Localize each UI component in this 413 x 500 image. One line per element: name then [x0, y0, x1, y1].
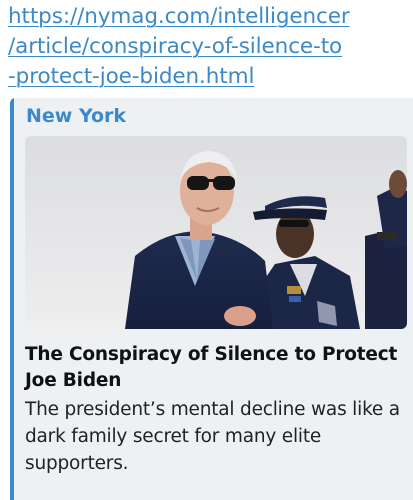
url-line-3[interactable]: -protect-joe-biden.html: [8, 62, 408, 92]
url-line-2[interactable]: /article/conspiracy-of-silence-to: [8, 32, 408, 62]
link-preview-card[interactable]: New York The Conspiracy of Silence to Pr…: [10, 98, 413, 500]
preview-accent-bar: [10, 98, 14, 500]
url-line-1[interactable]: https://nymag.com/intelligencer: [8, 2, 408, 32]
preview-image[interactable]: [25, 136, 407, 329]
preview-title: The Conspiracy of Silence to Protect Joe…: [25, 344, 398, 391]
preview-site-name: New York: [26, 105, 127, 127]
article-url-link[interactable]: https://nymag.com/intelligencer /article…: [8, 2, 408, 92]
preview-description: The president’s mental decline was like …: [25, 399, 400, 474]
preview-photo: [25, 136, 407, 329]
message-view: https://nymag.com/intelligencer /article…: [0, 0, 413, 500]
